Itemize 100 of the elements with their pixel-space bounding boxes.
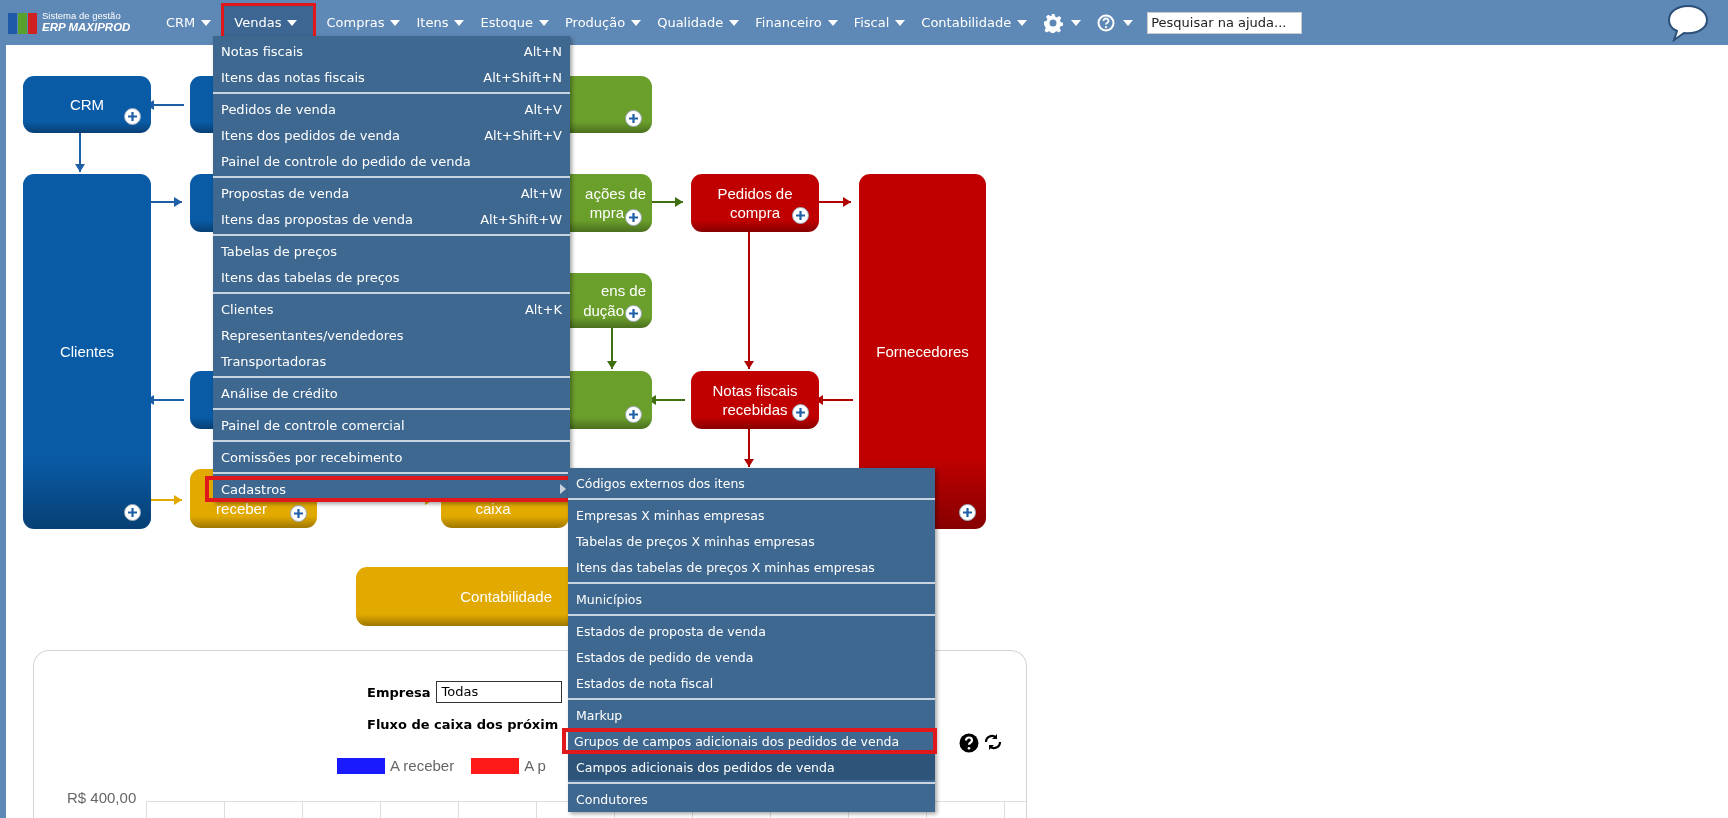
help-icon (1097, 13, 1116, 32)
shortcut-label: Alt+N (523, 43, 562, 59)
menu-item[interactable]: Pedidos de venda Alt+V (213, 96, 570, 122)
caret-icon (390, 19, 401, 26)
menu-item[interactable]: Condutores (568, 786, 935, 812)
help-icon[interactable] (959, 733, 979, 753)
node-label: Clientes (59, 341, 115, 362)
nav-menu-item[interactable]: Contabilidade (913, 2, 1036, 43)
caret-icon (201, 19, 212, 26)
plus-icon[interactable] (625, 110, 642, 127)
search-field[interactable]: Pesquisar na ajuda... (1147, 11, 1303, 34)
plus-icon[interactable] (290, 505, 307, 522)
menu-item[interactable]: Tabelas de preços (213, 238, 570, 264)
menu-item[interactable]: Itens dos pedidos de venda Alt+Shift+V (213, 122, 570, 148)
node-label: compra (729, 203, 781, 223)
menu-item-label: Itens das notas fiscais (221, 69, 366, 85)
menu-item[interactable]: Tabelas de preços X minhas empresas (568, 528, 935, 554)
menu-item[interactable]: Municípios (568, 586, 935, 612)
node-label: Contabilidade (460, 586, 552, 607)
menu-item-label: Propostas de venda (221, 185, 351, 201)
plus-icon[interactable] (792, 207, 809, 224)
caret-icon (287, 19, 298, 26)
menu-item-label: Cadastros (221, 481, 287, 497)
node-label: mpra (588, 203, 624, 223)
flow-node[interactable]: Clientes (23, 174, 151, 529)
caret-icon (729, 19, 740, 26)
legend-label: A p (524, 757, 546, 774)
shortcut-label: Alt+K (524, 301, 562, 317)
connector-arrow (607, 327, 617, 370)
caret-icon (454, 19, 465, 26)
plus-icon[interactable] (625, 406, 642, 423)
menu-item-label: Análise de crédito (221, 385, 339, 401)
menu-item[interactable]: Itens das tabelas de preços X minhas empresas (568, 554, 935, 580)
menu-item-label: Itens das tabelas de preços (221, 269, 401, 285)
caret-icon (1071, 19, 1082, 26)
menu-item-label: Itens dos pedidos de venda (221, 127, 401, 143)
plus-icon[interactable] (124, 504, 141, 521)
menu-item[interactable]: Comissões por recebimento (213, 444, 570, 470)
menu-item-label: Comissões por recebimento (221, 449, 404, 465)
caret-icon (1123, 19, 1134, 26)
brand-subtitle: Sistema de gestão (42, 10, 122, 22)
menu-item-label: Clientes (221, 301, 275, 317)
legend-label: A receber (390, 757, 455, 774)
menu-item[interactable]: Painel de controle do pedido de venda (213, 148, 570, 174)
company-select[interactable]: Todas (436, 681, 563, 703)
menu-item-label: Transportadoras (221, 353, 328, 369)
menu-item-label: Itens das propostas de venda (221, 211, 414, 227)
shortcut-label: Alt+Shift+N (483, 69, 562, 85)
menu-item-label: Tabelas de preços (221, 243, 339, 259)
node-label: ações de (585, 183, 646, 203)
menu-item[interactable]: Painel de controle comercial (213, 412, 570, 438)
company-label: Empresa (367, 684, 431, 700)
menu-item[interactable]: Análise de crédito (213, 380, 570, 406)
menu-item[interactable]: Estados de pedido de venda (568, 644, 935, 670)
menu-item-label: Painel de controle do pedido de venda (221, 153, 472, 169)
brand-name: ERP MAXIPROD (42, 21, 131, 35)
node-label: Pedidos de (717, 183, 793, 203)
connector-arrow (75, 132, 85, 173)
node-label: ens de (599, 281, 646, 301)
caret-icon (631, 19, 642, 26)
node-label: Notas fiscais (712, 380, 798, 400)
flow-node[interactable]: Notas fiscais recebidas (691, 371, 819, 429)
connector-arrow (744, 428, 754, 468)
caret-icon (538, 19, 549, 26)
menu-item-label: Pedidos de venda (221, 101, 337, 117)
menu-item[interactable]: Itens das notas fiscais Alt+Shift+N (213, 64, 570, 90)
chart-title: Fluxo de caixa dos próxim (367, 716, 559, 732)
plus-icon[interactable] (959, 504, 976, 521)
chat-bubble-icon[interactable] (1666, 3, 1710, 42)
menu-item[interactable]: Campos adicionais dos pedidos de venda (568, 754, 935, 780)
nav-menu-item[interactable]: Fiscal (845, 2, 914, 43)
settings-icon (1043, 12, 1064, 33)
menu-item[interactable]: Estados de nota fiscal (568, 670, 935, 696)
node-label: Fornecedores (876, 341, 969, 362)
shortcut-label: Alt+V (524, 101, 562, 117)
caret-icon (1017, 19, 1028, 26)
axis-label: R$ 400,00 (67, 789, 137, 806)
plus-icon[interactable] (625, 209, 642, 226)
node-label: dução (583, 300, 624, 320)
menu-item[interactable]: Estados de proposta de venda (568, 618, 935, 644)
shortcut-label: Alt+Shift+V (484, 127, 562, 143)
menu-item-label: Notas fiscais (221, 43, 305, 59)
menu-item[interactable]: Markup (568, 702, 935, 728)
menu-item[interactable]: Grupos de campos adicionais dos pedidos de venda (562, 728, 937, 754)
caret-icon (895, 19, 906, 26)
plus-icon[interactable] (792, 404, 809, 421)
nav-menu-item[interactable]: Qualidade (649, 2, 748, 43)
node-label: CRM (69, 94, 105, 115)
flow-node[interactable]: CRM (23, 76, 151, 133)
menu-item[interactable]: Transportadoras (213, 348, 570, 374)
menu-item-label: Representantes/vendedores (221, 327, 405, 343)
caret-icon (827, 19, 838, 26)
nav-menu-item[interactable]: Financeiro (747, 2, 846, 43)
flow-node[interactable]: Fornecedores (859, 174, 986, 529)
plus-icon[interactable] (625, 305, 642, 322)
refresh-icon[interactable] (983, 733, 1003, 751)
menu-item-label: Painel de controle comercial (221, 417, 406, 433)
flow-node[interactable]: Pedidos de compra (691, 174, 819, 232)
node-label: recebidas (721, 400, 789, 420)
plus-icon[interactable] (124, 108, 141, 125)
